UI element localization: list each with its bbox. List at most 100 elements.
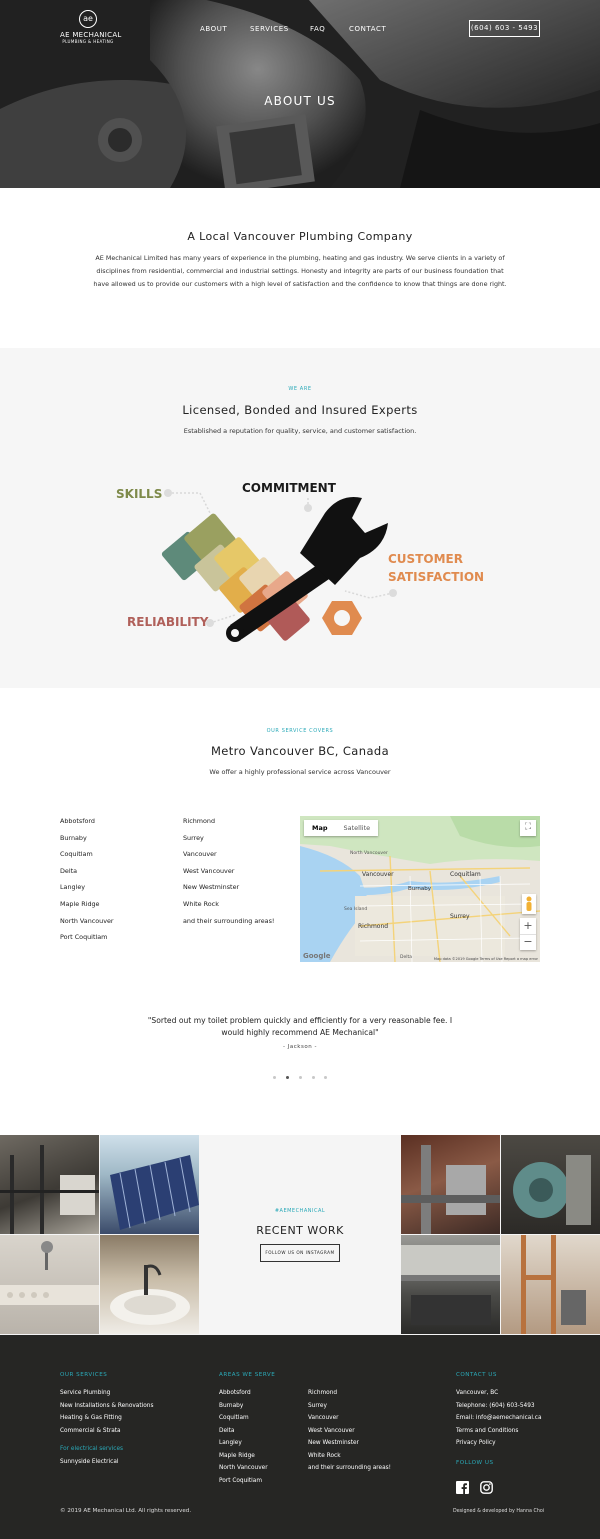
zoom-in-button[interactable]: + — [520, 918, 536, 934]
area-item: West Vancouver — [183, 866, 235, 875]
map-canvas[interactable]: Vancouver Burnaby Coquitlam Surrey Richm… — [300, 816, 540, 962]
footer-service-link[interactable]: Heating & Gas Fitting — [60, 1414, 153, 1427]
coverage-title: Metro Vancouver BC, Canada — [210, 744, 390, 758]
work-hashtag[interactable]: #AEMECHANICAL — [200, 1208, 400, 1214]
footer-service-link[interactable]: New Installations & Renovations — [60, 1402, 153, 1415]
footer-privacy-link[interactable]: Privacy Policy — [456, 1439, 542, 1452]
footer-terms-link[interactable]: Terms and Conditions — [456, 1427, 542, 1440]
values-infographic: SKILLS COMMITMENT CUSTOMER SATISFACTION … — [116, 481, 484, 642]
area-item: Maple Ridge — [60, 899, 100, 908]
footer-electrical-heading: For electrical services — [60, 1446, 124, 1452]
site-footer: OUR SERVICES Service Plumbing New Instal… — [0, 1335, 600, 1539]
slider-dot[interactable] — [299, 1076, 302, 1079]
designer-credit[interactable]: Designed & developed by Hanna Choi — [453, 1509, 544, 1514]
zoom-out-button[interactable]: − — [520, 934, 536, 950]
map-label-richmond: Richmond — [358, 923, 388, 930]
work-photo-sink[interactable] — [100, 1235, 199, 1334]
footer-contact-heading: CONTACT US — [456, 1372, 497, 1378]
label-satisfaction: SATISFACTION — [388, 570, 484, 584]
intro-title: A Local Vancouver Plumbing Company — [187, 230, 413, 243]
testimonial-quote: "Sorted out my toilet problem quickly an… — [147, 1016, 453, 1037]
fullscreen-icon[interactable]: ⛶ — [520, 820, 536, 836]
testimonial-author: - Jackson - — [283, 1044, 317, 1050]
area-item: White Rock — [183, 899, 219, 908]
coverage-section: OUR SERVICE COVERS Metro Vancouver BC, C… — [0, 688, 600, 1135]
pegman-icon[interactable] — [522, 894, 536, 914]
map-tab-map[interactable]: Map — [304, 820, 336, 836]
footer-electrical-link[interactable]: Sunnyside Electrical — [60, 1458, 123, 1471]
work-photo-framing[interactable] — [0, 1135, 99, 1234]
logo-tagline: PLUMBING & HEATING — [62, 39, 114, 44]
slider-dot[interactable] — [273, 1076, 276, 1079]
facebook-icon[interactable] — [456, 1479, 469, 1494]
footer-area-item: Vancouver — [308, 1415, 339, 1421]
nav-contact[interactable]: CONTACT — [349, 25, 386, 33]
map-attribution[interactable]: Map data ©2019 Google Terms of Use Repor… — [434, 957, 538, 961]
google-logo: Google — [303, 952, 331, 960]
label-skills: SKILLS — [116, 487, 162, 501]
footer-phone-link[interactable]: Telephone: (604) 603-5493 — [456, 1402, 542, 1415]
map-label-surrey: Surrey — [450, 913, 470, 920]
work-photo-kitchen-hood[interactable] — [401, 1235, 500, 1334]
footer-area-item: White Rock — [308, 1452, 341, 1459]
intro-section: A Local Vancouver Plumbing Company AE Me… — [0, 188, 600, 348]
area-item: Abbotsford — [60, 817, 95, 825]
footer-area-item: Abbotsford — [219, 1390, 251, 1396]
area-item: New Westminster — [183, 883, 240, 892]
experts-title: Licensed, Bonded and Insured Experts — [182, 403, 418, 417]
follow-instagram-button[interactable]: FOLLOW US ON INSTAGRAM — [260, 1244, 340, 1262]
map-label-delta: Delta — [400, 954, 412, 960]
nav-services[interactable]: SERVICES — [250, 25, 289, 33]
label-reliability: RELIABILITY — [127, 615, 209, 629]
footer-area-item: and their surrounding areas! — [308, 1465, 391, 1471]
phone-button[interactable]: (604) 603 - 5493 — [469, 20, 540, 37]
work-photo-piping[interactable] — [501, 1235, 600, 1334]
footer-services-list: Service Plumbing New Installations & Ren… — [60, 1389, 153, 1439]
hex-nut-icon — [322, 601, 362, 635]
map-label-sea-island: Sea Island — [344, 906, 367, 912]
footer-area-item: Coquitlam — [219, 1415, 249, 1421]
footer-area-item: West Vancouver — [308, 1427, 355, 1434]
coverage-eyebrow: OUR SERVICE COVERS — [266, 728, 334, 734]
work-photo-solar-panels[interactable] — [100, 1135, 199, 1234]
footer-address: Vancouver, BC — [456, 1390, 499, 1396]
work-photo-shower[interactable] — [0, 1235, 99, 1334]
slider-dot-active[interactable] — [286, 1076, 289, 1079]
area-item: North Vancouver — [60, 916, 114, 925]
nav-faq[interactable]: FAQ — [310, 25, 325, 33]
footer-email-link[interactable]: Email: info@aemechanical.ca — [456, 1414, 542, 1427]
slider-dot[interactable] — [312, 1076, 315, 1079]
footer-area-item: Surrey — [308, 1402, 327, 1409]
footer-area-item: Burnaby — [219, 1402, 244, 1409]
footer-area-item: Delta — [219, 1427, 235, 1434]
map-tab-satellite[interactable]: Satellite — [336, 820, 379, 836]
google-map[interactable]: Vancouver Burnaby Coquitlam Surrey Richm… — [300, 816, 540, 962]
area-item: and their surrounding areas! — [183, 916, 275, 925]
slider-dot[interactable] — [324, 1076, 327, 1079]
area-item: Vancouver — [183, 850, 217, 859]
map-label-vancouver: Vancouver — [362, 871, 394, 878]
footer-service-link[interactable]: Commercial & Strata — [60, 1427, 153, 1440]
footer-service-link[interactable]: Service Plumbing — [60, 1389, 153, 1402]
map-label-burnaby: Burnaby — [408, 886, 432, 892]
label-customer: CUSTOMER — [388, 552, 463, 566]
work-photo-boiler[interactable] — [501, 1135, 600, 1234]
zoom-controls: + − — [520, 918, 536, 950]
area-item: Delta — [60, 866, 78, 875]
map-label-north-vancouver: North Vancouver — [350, 850, 388, 856]
work-photo-boiler-room[interactable] — [401, 1135, 500, 1234]
footer-electrical: For electrical services Sunnyside Electr… — [60, 1445, 123, 1470]
label-commitment: COMMITMENT — [242, 481, 337, 495]
footer-area-item: New Westminster — [308, 1440, 359, 1446]
page-title: ABOUT US — [264, 94, 336, 108]
footer-areas-list-1: Abbotsford Burnaby Coquitlam Delta Langl… — [219, 1389, 268, 1489]
footer-area-item: Langley — [219, 1440, 242, 1446]
map-type-tabs: Map Satellite — [304, 820, 379, 836]
footer-follow-heading: FOLLOW US — [456, 1460, 494, 1466]
instagram-icon[interactable] — [480, 1479, 493, 1494]
coverage-subtitle: We offer a highly professional service a… — [209, 768, 391, 776]
footer-areas-list-2: Richmond Surrey Vancouver West Vancouver… — [308, 1389, 391, 1477]
nav-about[interactable]: ABOUT — [200, 25, 227, 33]
footer-contact-list: Vancouver, BC Telephone: (604) 603-5493 … — [456, 1389, 542, 1452]
experts-eyebrow: WE ARE — [288, 386, 312, 392]
